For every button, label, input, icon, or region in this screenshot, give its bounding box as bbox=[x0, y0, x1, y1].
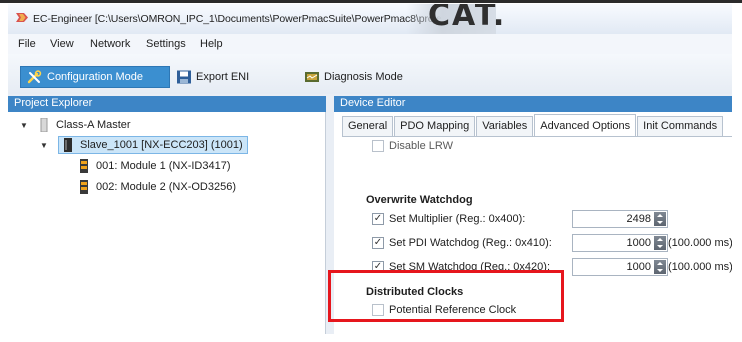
tree-item-slave-selection[interactable]: Slave_1001 [NX-ECC203] (1001) bbox=[58, 136, 248, 154]
save-disk-icon bbox=[177, 70, 191, 84]
tab-advanced-options[interactable]: Advanced Options bbox=[534, 114, 637, 136]
tab-general[interactable]: General bbox=[342, 116, 394, 136]
configuration-mode-label: Configuration Mode bbox=[47, 71, 144, 83]
tree-item-module-2-label: 002: Module 2 (NX-OD3256) bbox=[96, 181, 237, 193]
expand-arrow-icon[interactable]: ▼ bbox=[40, 141, 50, 150]
multiplier-value: 2498 bbox=[626, 213, 651, 225]
sm-watchdog-spin-icon[interactable] bbox=[654, 260, 666, 274]
tree-item-master[interactable]: ▼ Class-A Master bbox=[20, 116, 131, 134]
overwrite-watchdog-title: Overwrite Watchdog bbox=[366, 194, 473, 206]
multiplier-input[interactable]: 2498 bbox=[572, 210, 668, 228]
pdi-watchdog-value: 1000 bbox=[626, 237, 651, 249]
tree-item-slave-label: Slave_1001 [NX-ECC203] (1001) bbox=[80, 139, 243, 151]
slave-device-icon bbox=[64, 138, 72, 152]
project-explorer-header: Project Explorer bbox=[8, 96, 326, 112]
set-multiplier-checkbox[interactable]: ✓ bbox=[372, 213, 384, 225]
diagnosis-mode-button[interactable]: Diagnosis Mode bbox=[304, 66, 403, 88]
red-highlight-box bbox=[328, 270, 564, 322]
set-multiplier-label: Set Multiplier (Reg.: 0x400): bbox=[389, 213, 526, 225]
diagnosis-icon bbox=[305, 72, 319, 82]
tab-divider bbox=[342, 136, 732, 137]
device-editor-header: Device Editor bbox=[334, 96, 732, 112]
tree-item-module-1-label: 001: Module 1 (NX-ID3417) bbox=[96, 160, 231, 172]
pdi-watchdog-unit: (100.000 ms) bbox=[668, 237, 732, 249]
sm-watchdog-input[interactable]: 1000 bbox=[572, 258, 668, 276]
menu-network[interactable]: Network bbox=[90, 38, 130, 50]
tab-variables[interactable]: Variables bbox=[476, 116, 534, 136]
expand-arrow-icon[interactable]: ▼ bbox=[20, 121, 30, 130]
disable-lrw-checkbox[interactable] bbox=[372, 140, 384, 152]
app-icon bbox=[16, 13, 28, 22]
multiplier-spin-icon[interactable] bbox=[654, 212, 666, 226]
disable-lrw-label: Disable LRW bbox=[389, 140, 453, 152]
pdi-watchdog-input[interactable]: 1000 bbox=[572, 234, 668, 252]
sm-watchdog-value: 1000 bbox=[626, 261, 651, 273]
menu-settings[interactable]: Settings bbox=[146, 38, 186, 50]
menu-help[interactable]: Help bbox=[200, 38, 223, 50]
menu-bar: File View Network Settings Help bbox=[8, 34, 732, 54]
module-icon bbox=[80, 180, 88, 194]
menu-file[interactable]: File bbox=[18, 38, 36, 50]
project-explorer: ▼ Class-A Master ▼ Slave_1001 [NX-ECC203… bbox=[8, 112, 326, 334]
configuration-mode-button[interactable]: Configuration Mode bbox=[20, 66, 170, 88]
tree-item-master-label: Class-A Master bbox=[56, 119, 131, 131]
top-rule bbox=[0, 0, 742, 3]
menu-view[interactable]: View bbox=[50, 38, 74, 50]
set-pdi-watchdog-checkbox[interactable]: ✓ bbox=[372, 237, 384, 249]
wrench-icon bbox=[27, 70, 42, 84]
background-logo: CAT. bbox=[428, 4, 507, 33]
tree-item-slave[interactable]: ▼ Slave_1001 [NX-ECC203] (1001) bbox=[40, 136, 248, 154]
title-bar: EC-Engineer [C:\Users\OMRON_IPC_1\Docume… bbox=[8, 4, 732, 34]
sm-watchdog-unit: (100.000 ms) bbox=[668, 261, 732, 273]
editor-tabs: General PDO Mapping Variables Advanced O… bbox=[342, 114, 724, 136]
tab-pdo-mapping[interactable]: PDO Mapping bbox=[394, 116, 476, 136]
set-multiplier-option[interactable]: ✓ Set Multiplier (Reg.: 0x400): bbox=[372, 213, 525, 225]
export-eni-label: Export ENI bbox=[196, 71, 250, 83]
export-eni-button[interactable]: Export ENI bbox=[176, 66, 249, 88]
tree-item-module-2[interactable]: 002: Module 2 (NX-OD3256) bbox=[78, 178, 236, 196]
disable-lrw-option[interactable]: Disable LRW bbox=[372, 140, 453, 152]
set-pdi-watchdog-option[interactable]: ✓ Set PDI Watchdog (Reg.: 0x410): bbox=[372, 237, 552, 249]
tab-init-commands[interactable]: Init Commands bbox=[637, 116, 724, 136]
diagnosis-mode-label: Diagnosis Mode bbox=[324, 71, 403, 83]
module-icon bbox=[80, 159, 88, 173]
set-pdi-watchdog-label: Set PDI Watchdog (Reg.: 0x410): bbox=[389, 237, 552, 249]
toolbar: Configuration Mode Export ENI Diagnosis … bbox=[8, 54, 732, 94]
pdi-watchdog-spin-icon[interactable] bbox=[654, 236, 666, 250]
tree-item-module-1[interactable]: 001: Module 1 (NX-ID3417) bbox=[78, 157, 231, 175]
master-device-icon bbox=[40, 118, 48, 132]
